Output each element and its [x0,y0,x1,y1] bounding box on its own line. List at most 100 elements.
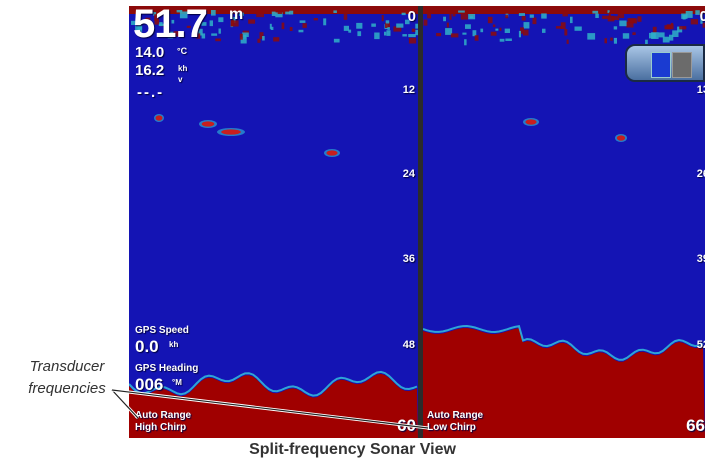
scale-label-left-3: 36 [402,253,415,265]
fish-arch [616,135,626,141]
gps-heading-unit: °M [172,378,182,387]
surface-clutter-speck [679,26,687,30]
surface-clutter-speck [262,36,265,41]
surface-clutter-speck [381,15,384,22]
surface-clutter-speck [532,17,537,25]
scale-label-left-2: 24 [402,168,415,180]
gps-heading-label: GPS Heading [135,363,199,374]
surface-clutter-speck [285,11,290,15]
surface-clutter-speck [637,16,642,22]
frequency-right: Low Chirp [427,422,476,433]
surface-clutter-speck [357,31,362,37]
surface-clutter-speck [587,33,596,40]
scale-label-left-4: 48 [402,339,415,351]
right-sonar-panel[interactable]: 0 13 26 39 52 66 Auto Range Low Chirp [423,6,705,438]
fish-arch [221,129,241,135]
surface-clutter-speck [666,24,674,30]
gps-speed-unit: kh [169,340,179,349]
surface-clutter-speck [436,33,442,37]
surface-clutter-speck [302,23,307,28]
split-view-selector-icon[interactable] [625,44,705,82]
surface-clutter-speck [269,23,272,29]
scale-label-left-5: 60 [397,416,416,435]
surface-clutter-speck [211,10,216,16]
surface-clutter-speck [218,17,224,23]
surface-clutter-speck [619,20,627,27]
range-mode-right: Auto Range [427,410,484,421]
surface-clutter-speck [343,14,348,20]
surface-clutter-speck [690,19,698,25]
callout-line-1: Transducer [29,358,105,375]
scale-label-right-2: 26 [696,168,705,180]
surface-clutter-speck [651,32,659,39]
depth-value: 51.7 [133,6,208,46]
surface-clutter-speck [313,18,318,21]
surface-clutter-speck [611,16,620,20]
surface-clutter-speck [562,10,568,17]
transducer-callout: Transducer frequencies [4,356,130,400]
surface-clutter-speck [518,30,521,38]
surface-clutter-speck [333,38,340,43]
surface-clutter-speck [449,14,452,20]
surface-clutter-speck [299,20,306,23]
surface-clutter-speck [281,22,285,30]
surface-clutter-speck [239,33,243,40]
surface-clutter-speck [446,22,449,28]
surface-clutter-speck [450,33,459,38]
unselected-pane-icon [672,52,692,78]
figure-caption: Split-frequency Sonar View [249,441,456,458]
surface-clutter-speck [652,26,657,33]
left-sonar-panel[interactable]: 51.7 m 14.0 °C 16.2 kh v --.- 0 12 24 36… [129,6,418,438]
surface-clutter-speck [452,10,456,17]
scale-label-left-0: 0 [407,8,416,25]
surface-clutter-speck [595,13,599,18]
surface-clutter-speck [211,33,218,36]
surface-clutter-speck [613,26,618,30]
callout-line-2: frequencies [28,380,106,397]
surface-clutter-speck [474,35,479,41]
surface-clutter-speck [271,11,276,16]
surface-clutter-speck [386,30,391,36]
surface-clutter-speck [529,14,534,18]
surface-clutter-speck [669,34,674,41]
surface-clutter-speck [323,18,327,26]
surface-clutter-speck [401,12,406,16]
surface-clutter-speck [408,37,417,44]
surface-clutter-speck [523,22,530,29]
surface-clutter-speck [604,38,607,44]
surface-clutter-speck [460,13,468,20]
surface-clutter-speck [215,38,221,42]
surface-clutter-speck [518,13,525,16]
surface-clutter-speck [277,11,282,14]
scale-label-right-4: 52 [696,339,705,351]
dash-readout: --.- [137,84,165,101]
surface-clutter-speck [458,10,465,13]
surface-clutter-speck [570,16,573,24]
surface-clutter-speck [465,24,471,29]
surface-clutter-speck [289,27,293,31]
surface-clutter-speck [462,32,467,35]
selected-pane-icon [651,52,671,78]
surface-clutter-speck [411,28,416,32]
depth-unit: m [229,6,244,23]
gps-speed-value: 0.0 [135,337,159,356]
surface-clutter-speck [658,32,665,38]
speed-unit-sub: v [178,75,183,84]
surface-clutter-speck [423,19,428,26]
speed-value: 16.2 [135,62,165,79]
surface-clutter-speck [431,10,440,15]
surface-clutter-speck [468,14,476,20]
surface-clutter-speck [564,29,568,36]
gps-speed-label: GPS Speed [135,325,189,336]
surface-clutter-speck [333,10,337,13]
surface-clutter-speck [499,38,505,42]
surface-clutter-speck [592,10,599,14]
surface-clutter-speck [356,22,363,29]
surface-clutter-speck [662,36,670,43]
surface-clutter-speck [384,31,387,36]
scale-label-right-1: 13 [696,84,705,96]
surface-clutter-speck [492,24,496,28]
water-temp-value: 14.0 [135,44,165,61]
surface-clutter-speck [385,20,390,24]
fish-arch [155,115,163,121]
